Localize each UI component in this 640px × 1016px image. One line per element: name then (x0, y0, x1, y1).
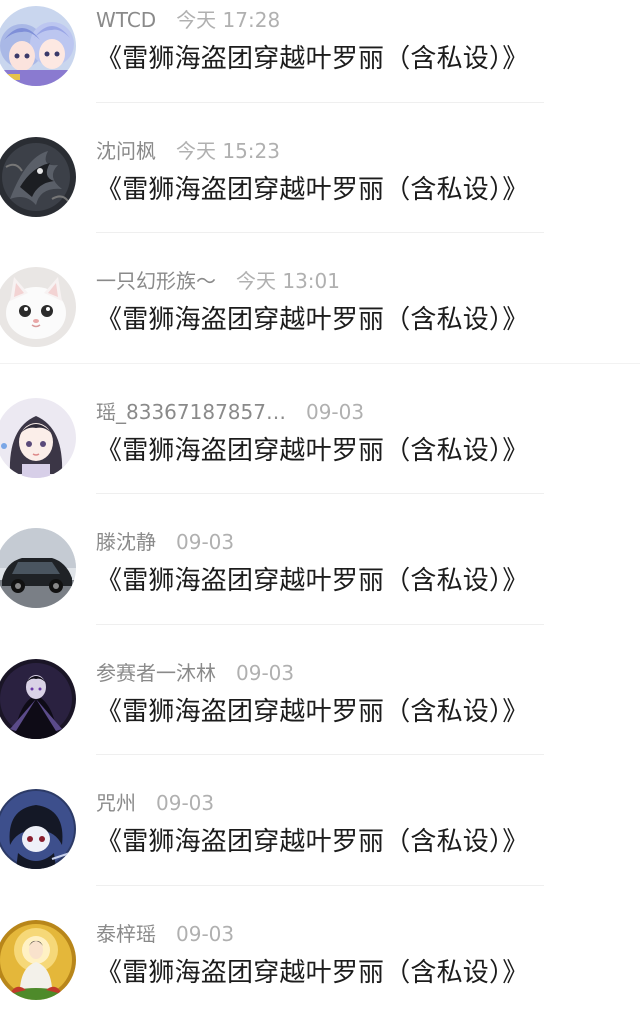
list-item[interactable]: 咒州 09-03 《雷狮海盗团穿越叶罗丽（含私设）》 (0, 755, 640, 886)
list-item[interactable]: 参赛者一沐林 09-03 《雷狮海盗团穿越叶罗丽（含私设）》 (0, 625, 640, 756)
post-title[interactable]: 《雷狮海盗团穿越叶罗丽（含私设）》 (96, 172, 528, 208)
list-item[interactable]: WTCD 今天 17:28 《雷狮海盗团穿越叶罗丽（含私设）》 (0, 0, 640, 103)
username[interactable]: 一只幻形族～ (96, 267, 216, 295)
post-meta: 滕沈静 09-03 (96, 528, 234, 556)
white-kitten-avatar[interactable] (0, 267, 76, 347)
post-meta: 沈问枫今天 15:23 (96, 137, 280, 165)
anime-duo-avatar[interactable] (0, 6, 76, 86)
timestamp: 09-03 (156, 789, 214, 817)
post-meta: 一只幻形族～ 今天 13:01 (96, 267, 340, 295)
username[interactable]: 瑶_83367187857… (96, 398, 286, 426)
post-title[interactable]: 《雷狮海盗团穿越叶罗丽（含私设）》 (96, 694, 528, 730)
post-meta: 咒州 09-03 (96, 789, 214, 817)
username[interactable]: WTCD (96, 6, 156, 34)
post-title[interactable]: 《雷狮海盗团穿越叶罗丽（含私设）》 (96, 433, 528, 469)
post-title[interactable]: 《雷狮海盗团穿越叶罗丽（含私设）》 (96, 302, 528, 338)
post-meta: 泰梓瑶 09-03 (96, 920, 234, 948)
username[interactable]: 泰梓瑶 (96, 920, 156, 948)
anime-girl-avatar[interactable] (0, 398, 76, 478)
post-title[interactable]: 《雷狮海盗团穿越叶罗丽（含私设）》 (96, 563, 528, 599)
dark-figure-avatar[interactable] (0, 659, 76, 739)
list-item[interactable]: 滕沈静 09-03 《雷狮海盗团穿越叶罗丽（含私设）》 (0, 494, 640, 625)
username[interactable]: 滕沈静 (96, 528, 156, 556)
chibi-dark-avatar[interactable] (0, 789, 76, 869)
timestamp: 今天 15:23 (176, 137, 280, 165)
post-title[interactable]: 《雷狮海盗团穿越叶罗丽（含私设）》 (96, 41, 528, 77)
timestamp: 09-03 (176, 528, 234, 556)
post-meta: 参赛者一沐林 09-03 (96, 659, 294, 687)
post-meta: WTCD 今天 17:28 (96, 6, 280, 34)
guanyin-avatar[interactable] (0, 920, 76, 1000)
dark-dragon-avatar[interactable] (0, 137, 76, 217)
post-list: WTCD 今天 17:28 《雷狮海盗团穿越叶罗丽（含私设）》 沈问枫今天 15:… (0, 0, 640, 1016)
car-avatar[interactable] (0, 528, 76, 608)
list-item[interactable]: 瑶_83367187857… 09-03 《雷狮海盗团穿越叶罗丽（含私设）》 (0, 364, 640, 495)
username[interactable]: 参赛者一沐林 (96, 659, 216, 687)
post-title[interactable]: 《雷狮海盗团穿越叶罗丽（含私设）》 (96, 824, 528, 860)
list-item[interactable]: 一只幻形族～ 今天 13:01 《雷狮海盗团穿越叶罗丽（含私设）》 (0, 233, 640, 364)
timestamp: 今天 17:28 (176, 6, 280, 34)
timestamp: 09-03 (306, 398, 364, 426)
username[interactable]: 沈问枫 (96, 137, 156, 165)
username[interactable]: 咒州 (96, 789, 136, 817)
list-item[interactable]: 泰梓瑶 09-03 《雷狮海盗团穿越叶罗丽（含私设）》 (0, 886, 640, 1016)
timestamp: 09-03 (236, 659, 294, 687)
post-title[interactable]: 《雷狮海盗团穿越叶罗丽（含私设）》 (96, 955, 528, 991)
timestamp: 09-03 (176, 920, 234, 948)
list-item[interactable]: 沈问枫今天 15:23 《雷狮海盗团穿越叶罗丽（含私设）》 (0, 103, 640, 234)
post-meta: 瑶_83367187857… 09-03 (96, 398, 364, 426)
timestamp: 今天 13:01 (236, 267, 340, 295)
